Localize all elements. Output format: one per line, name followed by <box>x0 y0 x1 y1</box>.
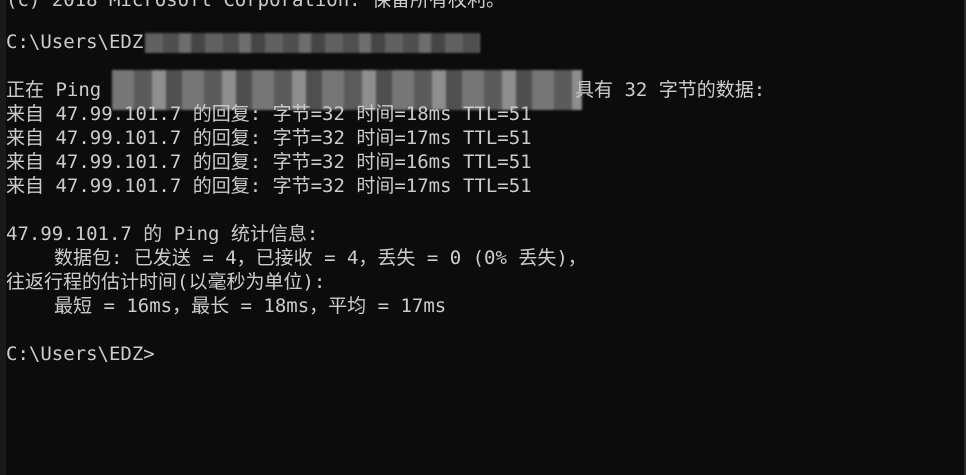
console-line-copyright: (c) 2018 Microsoft Corporation. 保留所有权利。 <box>6 0 506 11</box>
rtt-values-text: 最短 = 16ms，最长 = 18ms，平均 = 17ms <box>54 295 447 317</box>
stats-packets-text: 数据包: 已发送 = 4，已接收 = 4，丢失 = 0 (0% 丢失)， <box>54 247 587 269</box>
console-line-reply-1: 来自 47.99.101.7 的回复: 字节=32 时间=18ms TTL=51 <box>6 103 532 125</box>
console-window[interactable]: (c) 2018 Microsoft Corporation. 保留所有权利。 … <box>0 0 966 475</box>
console-line-ping-start: 正在 Ping <box>6 79 102 101</box>
console-line-reply-2: 来自 47.99.101.7 的回复: 字节=32 时间=17ms TTL=51 <box>6 127 532 149</box>
console-line-reply-3: 来自 47.99.101.7 的回复: 字节=32 时间=16ms TTL=51 <box>6 151 532 173</box>
redacted-path-block <box>145 33 480 53</box>
console-line-stats-packets: 数据包: 已发送 = 4，已接收 = 4，丢失 = 0 (0% 丢失)， <box>6 246 587 270</box>
console-line-stats-header: 47.99.101.7 的 Ping 统计信息: <box>6 223 319 245</box>
console-line-rtt-header: 往返行程的估计时间(以毫秒为单位): <box>6 271 326 293</box>
console-line-ping-end: 具有 32 字节的数据: <box>575 79 766 101</box>
console-line-prompt-2[interactable]: C:\Users\EDZ> <box>6 342 155 366</box>
console-line-rtt-values: 最短 = 16ms，最长 = 18ms，平均 = 17ms <box>6 294 446 318</box>
console-line-prompt-1: C:\Users\EDZ <box>6 31 144 53</box>
console-line-reply-4: 来自 47.99.101.7 的回复: 字节=32 时间=17ms TTL=51 <box>6 175 532 197</box>
